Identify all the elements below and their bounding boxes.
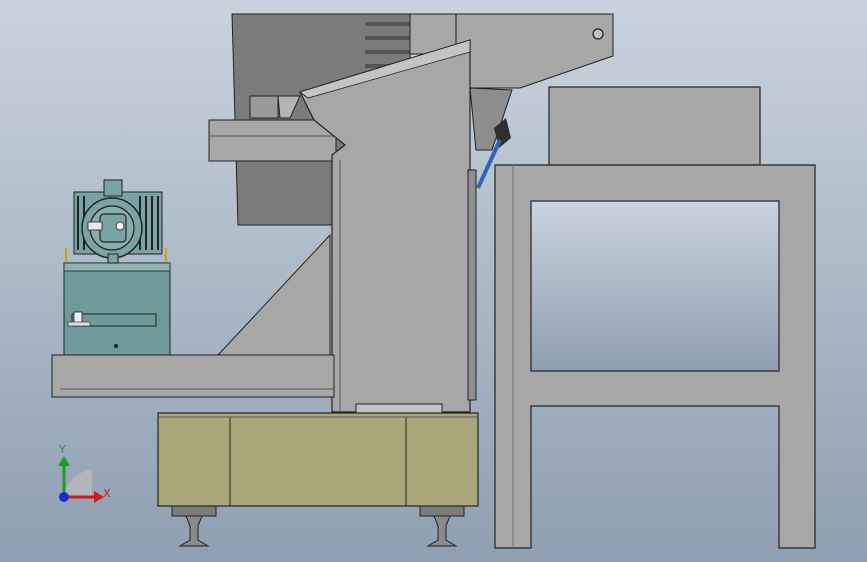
hydraulic-tank — [63, 262, 171, 356]
motor-pump — [65, 179, 167, 264]
side-plate — [467, 169, 477, 401]
x-axis-label: X — [103, 487, 111, 500]
olive-base — [157, 412, 479, 507]
y-axis-label: Y — [58, 443, 66, 456]
lower-platform — [51, 354, 335, 398]
origin-dot-icon — [59, 492, 69, 502]
pivot-pin-icon — [592, 28, 604, 40]
cad-viewport[interactable]: Y X — [0, 0, 867, 562]
machine-drawing: Y X — [0, 0, 867, 562]
